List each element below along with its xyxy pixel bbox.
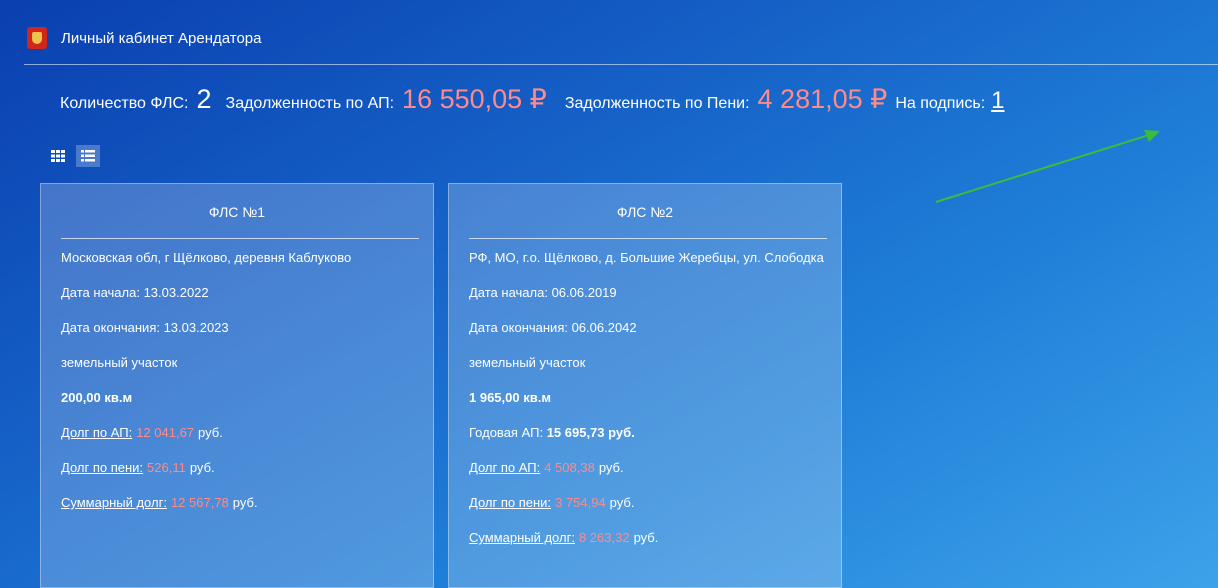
debt-peni-value: 4 281,05 ₽ <box>757 84 888 114</box>
app-title: Личный кабинет Арендатора <box>61 29 262 47</box>
to-sign-link[interactable]: 1 <box>991 87 1004 115</box>
debt-total-link[interactable]: Суммарный долг: <box>61 495 167 510</box>
card-debt-peni-row: Долг по пени: 3 754,94 руб. <box>469 494 827 512</box>
debt-total-amount: 12 567,78 <box>170 495 229 510</box>
card-start-date: Дата начала: 13.03.2022 <box>61 285 209 300</box>
list-icon <box>81 150 95 162</box>
debt-ap-amount: 4 508,38 <box>544 460 595 475</box>
card-title: ФЛС №1 <box>208 204 266 220</box>
card-type: земельный участок <box>61 355 178 370</box>
debt-peni-label: Задолженность по Пени: <box>564 95 750 112</box>
debt-peni-amount: 3 754,94 <box>555 495 606 510</box>
currency-label: руб. <box>598 460 624 475</box>
debt-peni-link[interactable]: Долг по пени: <box>469 495 551 510</box>
card-area: 200,00 кв.м <box>61 390 133 405</box>
debt-ap-amount: 12 041,67 <box>136 425 195 440</box>
currency-label: руб. <box>609 495 635 510</box>
debt-peni-link[interactable]: Долг по пени: <box>61 460 143 475</box>
card-address: Московская обл, г Щёлково, деревня Каблу… <box>61 250 352 265</box>
debt-ap-label: Задолженность по АП: <box>225 95 395 112</box>
currency-label: руб. <box>189 460 215 475</box>
fls-count-label: Количество ФЛС: <box>60 95 189 112</box>
grid-view-button[interactable] <box>46 145 70 167</box>
fls-card-1: ФЛС №1 Московская обл, г Щёлково, деревн… <box>40 183 434 588</box>
annotation-arrow <box>935 130 1160 203</box>
to-sign-label: На подпись: <box>895 95 986 112</box>
card-end-date: Дата окончания: 13.03.2023 <box>61 320 229 335</box>
card-title: ФЛС №2 <box>616 204 674 220</box>
debt-peni-amount: 526,11 <box>147 460 186 475</box>
annual-label: Годовая АП: <box>469 425 544 440</box>
summary-bar: Количество ФЛС: 2 Задолженность по АП: 1… <box>60 84 1188 115</box>
view-toggle <box>46 145 100 167</box>
card-debt-ap-row: Долг по АП: 4 508,38 руб. <box>469 459 827 477</box>
fls-card-2: ФЛС №2 РФ, МО, г.о. Щёлково, д. Большие … <box>448 183 842 588</box>
card-debt-peni-row: Долг по пени: 526,11 руб. <box>61 459 419 477</box>
currency-label: руб. <box>232 495 258 510</box>
card-end-date: Дата окончания: 06.06.2042 <box>469 320 637 335</box>
card-debt-ap-row: Долг по АП: 12 041,67 руб. <box>61 424 419 442</box>
card-debt-total-row: Суммарный долг: 8 263,32 руб. <box>469 529 827 547</box>
annual-value: 15 695,73 руб. <box>546 425 635 440</box>
debt-total-link[interactable]: Суммарный долг: <box>469 530 575 545</box>
debt-ap-link[interactable]: Долг по АП: <box>469 460 540 475</box>
debt-total-amount: 8 263,32 <box>578 530 630 545</box>
app-header: Личный кабинет Арендатора <box>24 12 1218 65</box>
coat-of-arms-logo <box>27 27 47 49</box>
currency-label: руб. <box>633 530 659 545</box>
list-view-button[interactable] <box>76 145 100 167</box>
grid-icon <box>51 150 65 162</box>
currency-label: руб. <box>198 425 223 440</box>
card-type: земельный участок <box>469 355 586 370</box>
debt-ap-link[interactable]: Долг по АП: <box>61 425 132 440</box>
card-area: 1 965,00 кв.м <box>469 390 551 405</box>
card-start-date: Дата начала: 06.06.2019 <box>469 285 617 300</box>
card-debt-total-row: Суммарный долг: 12 567,78 руб. <box>61 494 419 512</box>
fls-count-value: 2 <box>196 84 212 114</box>
card-address: РФ, МО, г.о. Щёлково, д. Большие Жеребцы… <box>469 250 824 265</box>
debt-ap-value: 16 550,05 ₽ <box>402 84 547 114</box>
card-annual-row: Годовая АП: 15 695,73 руб. <box>469 424 827 442</box>
